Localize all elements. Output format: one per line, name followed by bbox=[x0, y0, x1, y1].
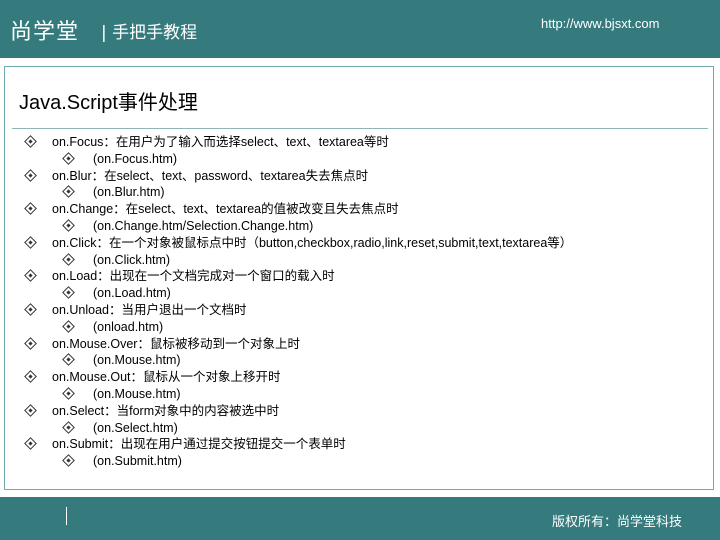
item-text: on.Blur：在select、text、password、textarea失去… bbox=[52, 168, 369, 183]
item-text: on.Submit：出现在用户通过提交按钮提交一个表单时 bbox=[52, 437, 346, 452]
item-text: (on.Load.htm) bbox=[93, 286, 171, 301]
item-text: on.Click：在一个对象被鼠标点中时（button,checkbox,rad… bbox=[52, 235, 573, 250]
item-text: (on.Change.htm/Selection.Change.htm) bbox=[93, 219, 314, 233]
item-text: (on.Submit.htm) bbox=[93, 454, 182, 469]
item-text: (on.Mouse.htm) bbox=[93, 353, 181, 368]
header-url-link[interactable]: http://www.bjsxt.com bbox=[541, 16, 659, 31]
item-text: on.Unload：当用户退出一个文档时 bbox=[52, 303, 247, 317]
item-text: on.Mouse.Over：鼠标被移动到一个对象上时 bbox=[52, 336, 300, 351]
header-bar: 尚学堂 | 手把手教程 http://www.bjsxt.com bbox=[0, 0, 720, 58]
item-text: (onload.htm) bbox=[93, 319, 164, 334]
brand-logo: 尚学堂 bbox=[10, 20, 80, 45]
item-text: on.Mouse.Out：鼠标从一个对象上移开时 bbox=[52, 370, 281, 385]
item-text: (on.Mouse.htm) bbox=[93, 387, 181, 401]
item-text: (on.Blur.htm) bbox=[93, 185, 165, 200]
item-text: on.Load：出现在一个文档完成对一个窗口的载入时 bbox=[52, 269, 335, 284]
slide-title: Java.Script事件处理 bbox=[19, 92, 198, 114]
item-text: (on.Click.htm) bbox=[93, 252, 171, 267]
item-text: (on.Select.htm) bbox=[93, 420, 178, 435]
header-subtitle: | 手把手教程 bbox=[101, 23, 198, 43]
item-text: on.Select：当form对象中的内容被选中时 bbox=[52, 403, 280, 418]
copyright-text: 版权所有：尚学堂科技 bbox=[552, 515, 683, 530]
footer-divider bbox=[66, 507, 67, 525]
item-text: on.Focus：在用户为了输入而选择select、text、textarea等… bbox=[52, 135, 389, 149]
footer-bar: 版权所有：尚学堂科技 bbox=[0, 497, 720, 540]
item-text: on.Change：在select、text、textarea的值被改变且失去焦… bbox=[52, 202, 399, 217]
item-text: (on.Focus.htm) bbox=[93, 151, 178, 166]
title-divider bbox=[12, 128, 708, 129]
